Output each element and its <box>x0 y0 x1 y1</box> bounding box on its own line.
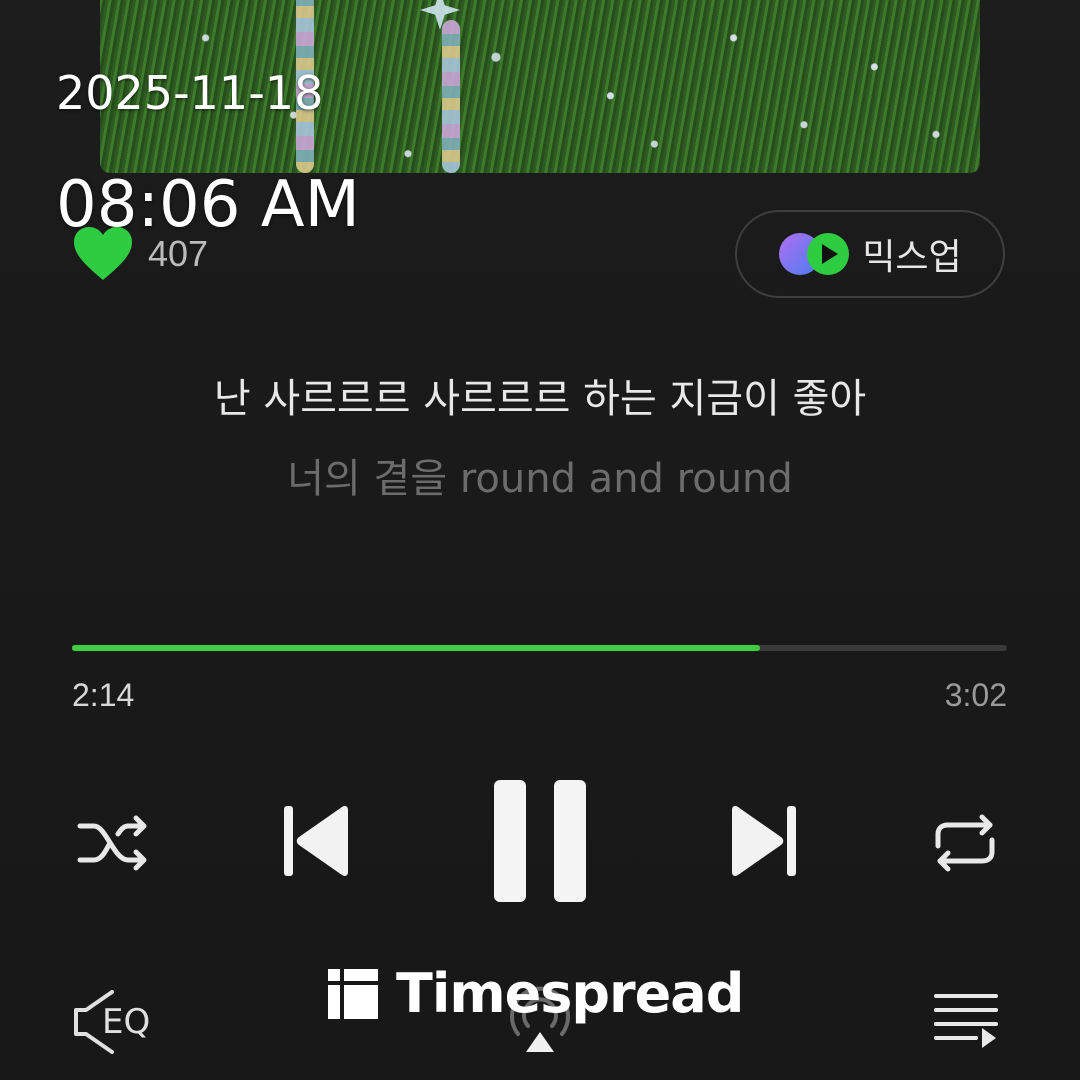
skip-previous-icon <box>284 806 348 876</box>
progress-bar[interactable] <box>72 645 1007 651</box>
eq-label: EQ <box>102 1002 151 1042</box>
like-count: 407 <box>148 233 209 274</box>
skip-next-icon <box>732 806 796 876</box>
mixup-label: 믹스업 <box>862 237 962 278</box>
date-overlay: 2025-11-18 <box>56 66 324 120</box>
shuffle-icon <box>77 815 147 871</box>
heart-icon <box>74 227 132 280</box>
previous-button[interactable] <box>282 802 352 880</box>
player-screen: 2025-11-18 08:06 AM 407 믹스업 난 사르르르 사르르르 … <box>0 0 1080 1080</box>
playlist-icon <box>934 994 998 1048</box>
lyric-next-line[interactable]: 너의 곁을 round and round <box>0 446 1080 504</box>
lyric-current-line[interactable]: 난 사르르르 사르르르 하는 지금이 좋아 <box>0 366 1080 424</box>
repeat-button[interactable] <box>930 812 1000 874</box>
timespread-watermark: Timespread <box>328 962 744 1025</box>
pause-icon <box>494 780 586 902</box>
eq-button[interactable]: EQ <box>72 988 162 1056</box>
pause-button[interactable] <box>490 778 590 904</box>
elapsed-time: 2:14 <box>72 677 135 713</box>
queue-button[interactable] <box>932 990 1000 1050</box>
next-button[interactable] <box>728 802 798 880</box>
mixup-icon <box>779 233 850 275</box>
like-button[interactable]: 407 <box>72 226 208 282</box>
watermark-text: Timespread <box>396 962 744 1025</box>
total-time: 3:02 <box>944 677 1007 713</box>
timespread-logo-icon <box>328 968 378 1019</box>
album-art-decoration <box>442 20 460 173</box>
repeat-icon <box>935 814 995 872</box>
shuffle-button[interactable] <box>76 812 152 874</box>
mixup-button[interactable]: 믹스업 <box>735 210 1005 298</box>
progress-fill <box>72 645 761 651</box>
